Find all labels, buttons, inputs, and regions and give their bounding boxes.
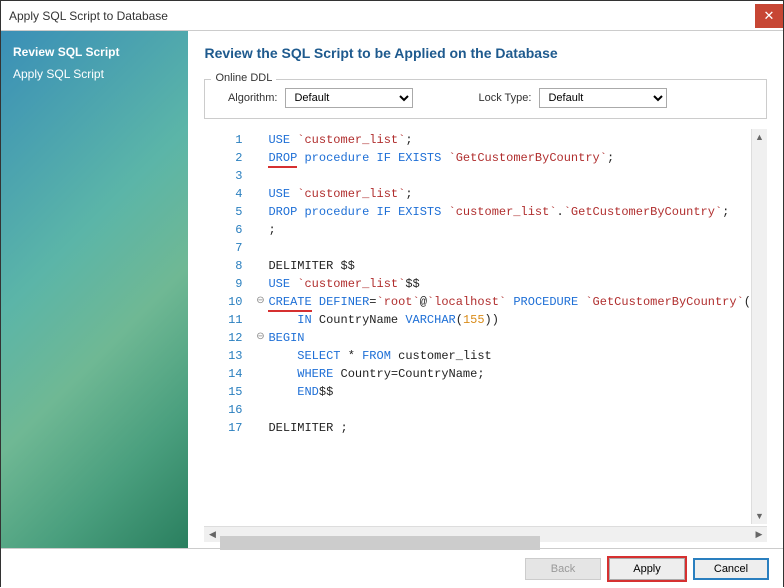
back-button: Back (525, 558, 601, 580)
apply-button[interactable]: Apply (609, 558, 685, 580)
sidebar: Review SQL Script Apply SQL Script (1, 31, 188, 548)
horizontal-scrollbar[interactable]: ◀ ▶ (204, 526, 767, 542)
code-content[interactable]: USE `customer_list`;DROP procedure IF EX… (268, 129, 751, 524)
online-ddl-group: Online DDL Algorithm: Default Lock Type:… (204, 79, 767, 119)
footer: Back Apply Cancel (1, 548, 783, 588)
sidebar-item-review[interactable]: Review SQL Script (13, 41, 176, 63)
line-gutter: 1234567891011121314151617 (204, 129, 252, 524)
ddl-legend: Online DDL (211, 72, 276, 84)
scroll-up-icon[interactable]: ▲ (752, 129, 767, 145)
scroll-right-icon[interactable]: ▶ (751, 529, 767, 540)
vertical-scrollbar[interactable]: ▲ ▼ (751, 129, 767, 524)
scroll-down-icon[interactable]: ▼ (752, 508, 767, 524)
locktype-label: Lock Type: (451, 92, 531, 104)
sidebar-item-apply[interactable]: Apply SQL Script (13, 63, 176, 85)
scroll-left-icon[interactable]: ◀ (204, 529, 220, 540)
window-title: Apply SQL Script to Database (9, 9, 168, 23)
fold-column (252, 129, 268, 524)
code-editor[interactable]: 1234567891011121314151617 USE `customer_… (204, 129, 767, 524)
algorithm-label: Algorithm: (217, 92, 277, 104)
cancel-button[interactable]: Cancel (693, 558, 769, 580)
scroll-thumb[interactable] (220, 536, 540, 550)
main-panel: Review the SQL Script to be Applied on t… (188, 31, 783, 548)
titlebar: Apply SQL Script to Database ✕ (1, 1, 783, 31)
page-title: Review the SQL Script to be Applied on t… (204, 45, 767, 61)
locktype-select[interactable]: Default (539, 88, 667, 108)
close-button[interactable]: ✕ (755, 4, 783, 28)
algorithm-select[interactable]: Default (285, 88, 413, 108)
